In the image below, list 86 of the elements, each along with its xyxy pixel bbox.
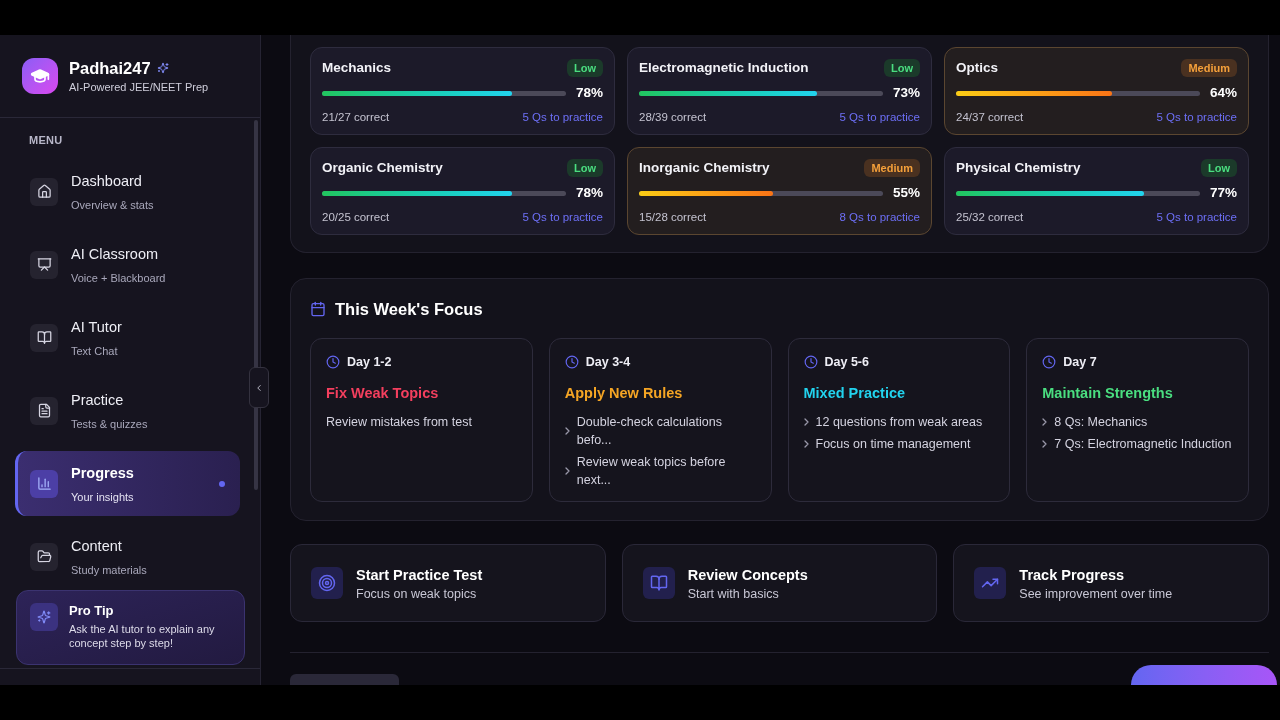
percent-text: 78% <box>575 86 603 100</box>
target-icon <box>311 567 343 599</box>
topic-name: Physical Chemistry <box>956 159 1081 177</box>
collapse-button[interactable] <box>249 367 269 408</box>
chevron-right-icon <box>803 418 809 426</box>
topic-name: Optics <box>956 59 998 77</box>
clock-icon <box>326 355 340 369</box>
open-book-icon <box>30 323 58 352</box>
nav-item[interactable]: AI Tutor Text Chat <box>15 305 240 370</box>
chevron-right-icon <box>564 467 570 475</box>
plan-note: Review mistakes from test <box>326 414 473 431</box>
day-label: Day 7 <box>1063 354 1097 370</box>
percent-text: 78% <box>575 186 603 200</box>
graduation-cap-icon <box>22 58 58 94</box>
clock-icon <box>1042 355 1057 369</box>
nav-item[interactable]: Progress Your insights <box>15 451 240 516</box>
chevron-right-icon <box>803 440 809 448</box>
score-text: 28/39 correct <box>639 110 707 124</box>
action-card[interactable]: Start Practice Test Focus on weak topics <box>290 544 606 622</box>
plan-title: Mixed Practice <box>803 384 907 403</box>
chevron-left-icon <box>254 382 264 393</box>
plan-item: 8 Qs: Mechanics <box>1054 414 1148 431</box>
practice-link[interactable]: 5 Qs to practice <box>1156 110 1237 124</box>
brand-name: Padhai247 <box>69 58 151 78</box>
topic-name: Organic Chemistry <box>322 159 443 177</box>
score-text: 15/28 correct <box>639 210 707 224</box>
plan-title: Fix Weak Topics <box>326 384 440 403</box>
plan-item: 12 questions from weak areas <box>815 414 983 431</box>
score-text: 21/27 correct <box>322 110 390 124</box>
bar-chart-icon <box>30 469 58 498</box>
nav-item[interactable]: Practice Tests & quizzes <box>15 378 240 443</box>
chevron-right-icon <box>1042 418 1048 426</box>
priority-badge: Low <box>567 159 603 177</box>
practice-link[interactable]: 5 Qs to practice <box>1156 210 1237 224</box>
plan-item: Review weak topics before next... <box>576 454 727 489</box>
plan-item: Double-check calculations befo... <box>576 414 723 449</box>
topic-name: Electromagnetic Induction <box>639 59 809 77</box>
action-card[interactable]: Track Progress See improvement over time <box>953 544 1269 622</box>
nav-item[interactable]: Dashboard Overview & stats <box>15 159 240 224</box>
plan-title: Apply New Rules <box>564 384 684 403</box>
floating-action-button[interactable] <box>1131 665 1277 685</box>
percent-text: 77% <box>1209 186 1237 200</box>
folder-icon <box>30 542 58 571</box>
document-icon <box>30 396 58 425</box>
percent-text: 73% <box>892 86 920 100</box>
practice-link[interactable]: 8 Qs to practice <box>839 210 920 224</box>
percent-text: 55% <box>892 186 920 200</box>
score-text: 25/32 correct <box>956 210 1024 224</box>
day-label: Day 1-2 <box>347 354 392 370</box>
priority-badge: Medium <box>1181 59 1237 77</box>
priority-badge: Medium <box>864 159 920 177</box>
presentation-board-icon <box>30 250 58 279</box>
score-text: 24/37 correct <box>956 110 1024 124</box>
practice-link[interactable]: 5 Qs to practice <box>839 110 920 124</box>
practice-link[interactable]: 5 Qs to practice <box>522 210 603 224</box>
score-text: 20/25 correct <box>322 210 390 224</box>
brand-tagline: AI-Powered JEE/NEET Prep <box>69 80 209 94</box>
plan-title: Maintain Strengths <box>1042 384 1174 403</box>
clock-icon <box>803 355 818 369</box>
topic-name: Inorganic Chemistry <box>639 159 770 177</box>
clock-icon <box>564 355 579 369</box>
plan-item: 7 Qs: Electromagnetic Induction <box>1054 436 1232 453</box>
priority-badge: Low <box>1201 159 1237 177</box>
open-book-icon <box>642 567 675 599</box>
sparkle-icon <box>156 62 169 74</box>
priority-badge: Low <box>567 59 603 77</box>
section-title: This Week's Focus <box>335 299 483 320</box>
pro-tip-title: Pro Tip <box>69 603 115 619</box>
day-label: Day 5-6 <box>824 354 869 370</box>
topic-name: Mechanics <box>322 59 392 77</box>
home-icon <box>30 177 58 206</box>
plan-item: Focus on time management <box>815 436 971 453</box>
priority-badge: Low <box>884 59 920 77</box>
pro-tip-text: Ask the AI tutor to explain any concept step by step! <box>69 622 216 650</box>
practice-link[interactable]: 5 Qs to practice <box>522 110 603 124</box>
day-label: Day 3-4 <box>585 354 631 370</box>
trending-up-icon <box>974 567 1007 599</box>
calendar-icon <box>310 301 326 317</box>
sparkles-icon <box>30 603 58 631</box>
chevron-right-icon <box>564 427 570 435</box>
nav-item[interactable]: Content Study materials <box>15 524 240 589</box>
menu-label: MENU <box>28 133 64 147</box>
chevron-right-icon <box>1042 440 1048 448</box>
nav-item[interactable]: AI Classroom Voice + Blackboard <box>15 232 240 297</box>
percent-text: 64% <box>1209 86 1237 100</box>
action-card[interactable]: Review Concepts Start with basics <box>621 544 938 622</box>
